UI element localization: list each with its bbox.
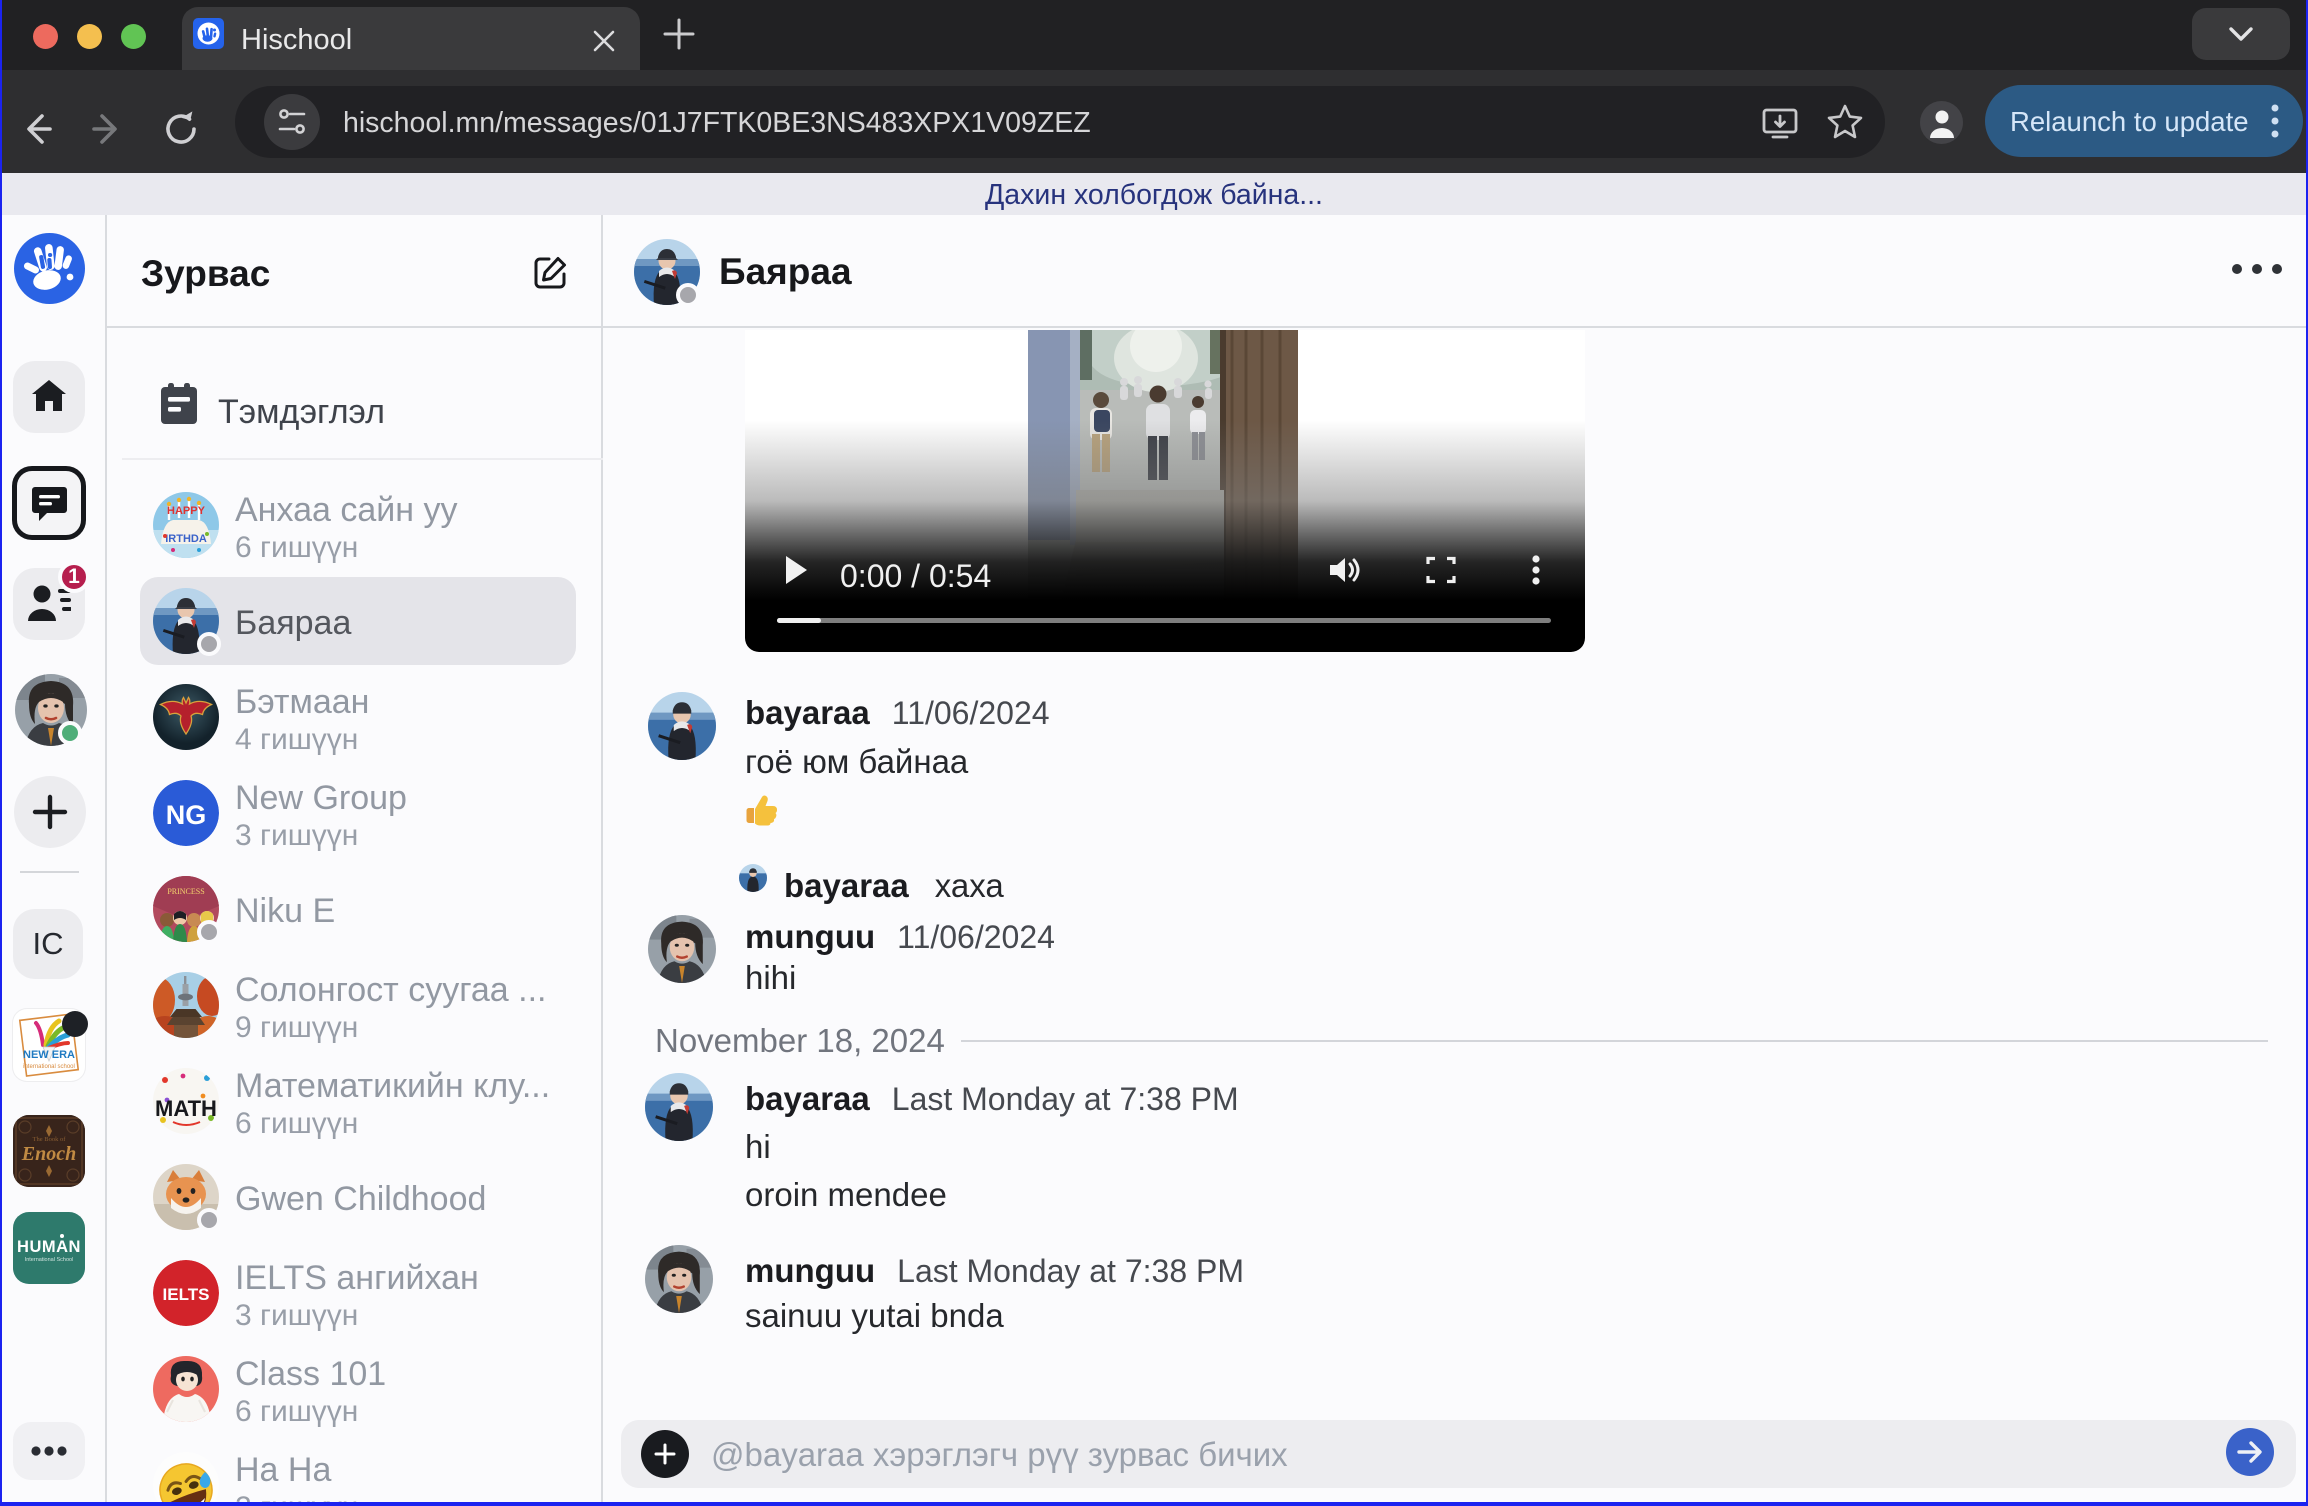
svg-text:HAPPY: HAPPY [167, 505, 206, 517]
svg-text:international school: international school [23, 1064, 75, 1070]
svg-text:IELTS: IELTS [163, 1285, 210, 1304]
svg-text:NEW ERA: NEW ERA [23, 1049, 75, 1061]
svg-text:NG: NG [166, 800, 207, 830]
svg-text:IRTHDA: IRTHDA [165, 533, 207, 545]
svg-text:Enoch: Enoch [21, 1143, 76, 1165]
svg-text:The Book of: The Book of [33, 1136, 67, 1143]
svg-text:PRINCESS: PRINCESS [167, 887, 204, 896]
svg-text:MATH: MATH [155, 1096, 217, 1121]
